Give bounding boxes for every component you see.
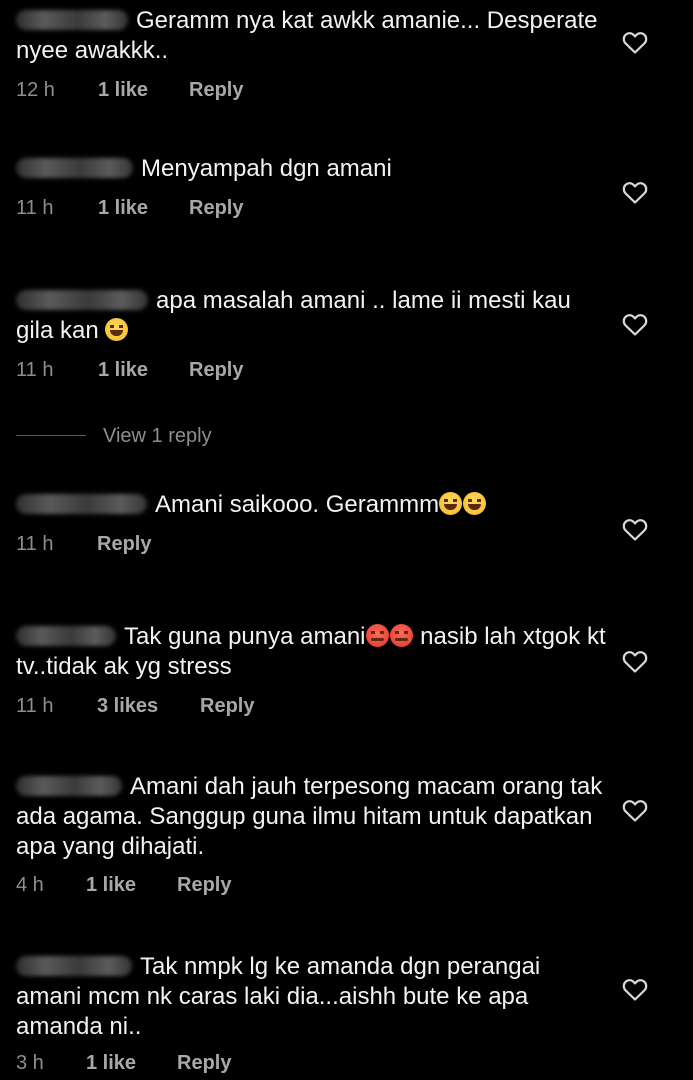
comment-body: Amani saikooo. Gerammm (16, 490, 606, 520)
comment-body: Amani dah jauh terpesong macam orang tak… (16, 772, 606, 862)
comment-item: apa masalah amani .. lame ii mesti kau g… (16, 286, 676, 381)
comment-timestamp: 11 h (16, 359, 54, 381)
likes-count[interactable]: 1 like (86, 873, 136, 897)
heart-icon[interactable] (622, 313, 648, 337)
username-blurred[interactable] (16, 494, 147, 514)
comment-timestamp: 11 h (16, 695, 54, 717)
angry-face-icon (365, 624, 389, 647)
angry-face-icon (389, 624, 413, 647)
reply-button[interactable]: Reply (177, 1051, 231, 1075)
likes-count[interactable]: 3 likes (97, 694, 158, 718)
heart-icon[interactable] (622, 650, 648, 674)
view-replies-divider (16, 435, 86, 436)
comment-item: Amani dah jauh terpesong macam orang tak… (16, 772, 676, 896)
likes-count[interactable]: 1 like (98, 196, 148, 220)
view-replies-label[interactable]: View 1 reply (103, 424, 212, 448)
comment-timestamp: 11 h (16, 533, 54, 555)
username-blurred[interactable] (16, 626, 116, 646)
comment-item: Amani saikooo. Gerammm 11 h Reply (16, 490, 676, 555)
grinning-face-with-sweat-icon (105, 318, 129, 341)
username-blurred[interactable] (16, 776, 122, 796)
face-with-tears-of-joy-icon (463, 492, 487, 515)
comment-text: Menyampah dgn amani (141, 155, 392, 182)
comment-body: apa masalah amani .. lame ii mesti kau g… (16, 286, 606, 346)
likes-count[interactable]: 1 like (86, 1051, 136, 1075)
heart-icon[interactable] (622, 31, 648, 55)
comment-text: Tak guna punya amani (124, 623, 366, 650)
comment-timestamp: 11 h (16, 197, 54, 219)
reply-button[interactable]: Reply (97, 532, 151, 556)
heart-icon[interactable] (622, 518, 648, 542)
reply-button[interactable]: Reply (200, 694, 254, 718)
username-blurred[interactable] (16, 10, 128, 30)
face-with-tears-of-joy-icon (439, 492, 463, 515)
username-blurred[interactable] (16, 158, 133, 178)
comment-timestamp: 4 h (16, 874, 44, 896)
comment-item: Menyampah dgn amani 11 h 1 like Reply (16, 154, 676, 219)
likes-count[interactable]: 1 like (98, 78, 148, 102)
reply-button[interactable]: Reply (177, 873, 231, 897)
comment-item: Geramm nya kat awkk amanie... Desperate … (16, 6, 676, 101)
comment-timestamp: 12 h (16, 79, 55, 101)
heart-icon[interactable] (622, 978, 648, 1002)
comment-item: Tak nmpk lg ke amanda dgn perangai amani… (16, 952, 676, 1074)
username-blurred[interactable] (16, 956, 132, 976)
comment-item: Tak guna punya amani nasib lah xtgok kt … (16, 622, 676, 717)
heart-icon[interactable] (622, 799, 648, 823)
comment-body: Tak guna punya amani nasib lah xtgok kt … (16, 622, 606, 682)
comment-timestamp: 3 h (16, 1052, 44, 1074)
comment-text: Amani saikooo. Gerammm (155, 491, 440, 518)
reply-button[interactable]: Reply (189, 358, 243, 382)
view-replies-button[interactable]: View 1 reply (16, 424, 276, 448)
reply-button[interactable]: Reply (189, 78, 243, 102)
reply-button[interactable]: Reply (189, 196, 243, 220)
username-blurred[interactable] (16, 290, 148, 310)
heart-icon[interactable] (622, 181, 648, 205)
comment-body: Menyampah dgn amani (16, 154, 606, 184)
likes-count[interactable]: 1 like (98, 358, 148, 382)
comment-body: Geramm nya kat awkk amanie... Desperate … (16, 6, 606, 66)
comment-body: Tak nmpk lg ke amanda dgn perangai amani… (16, 952, 606, 1042)
